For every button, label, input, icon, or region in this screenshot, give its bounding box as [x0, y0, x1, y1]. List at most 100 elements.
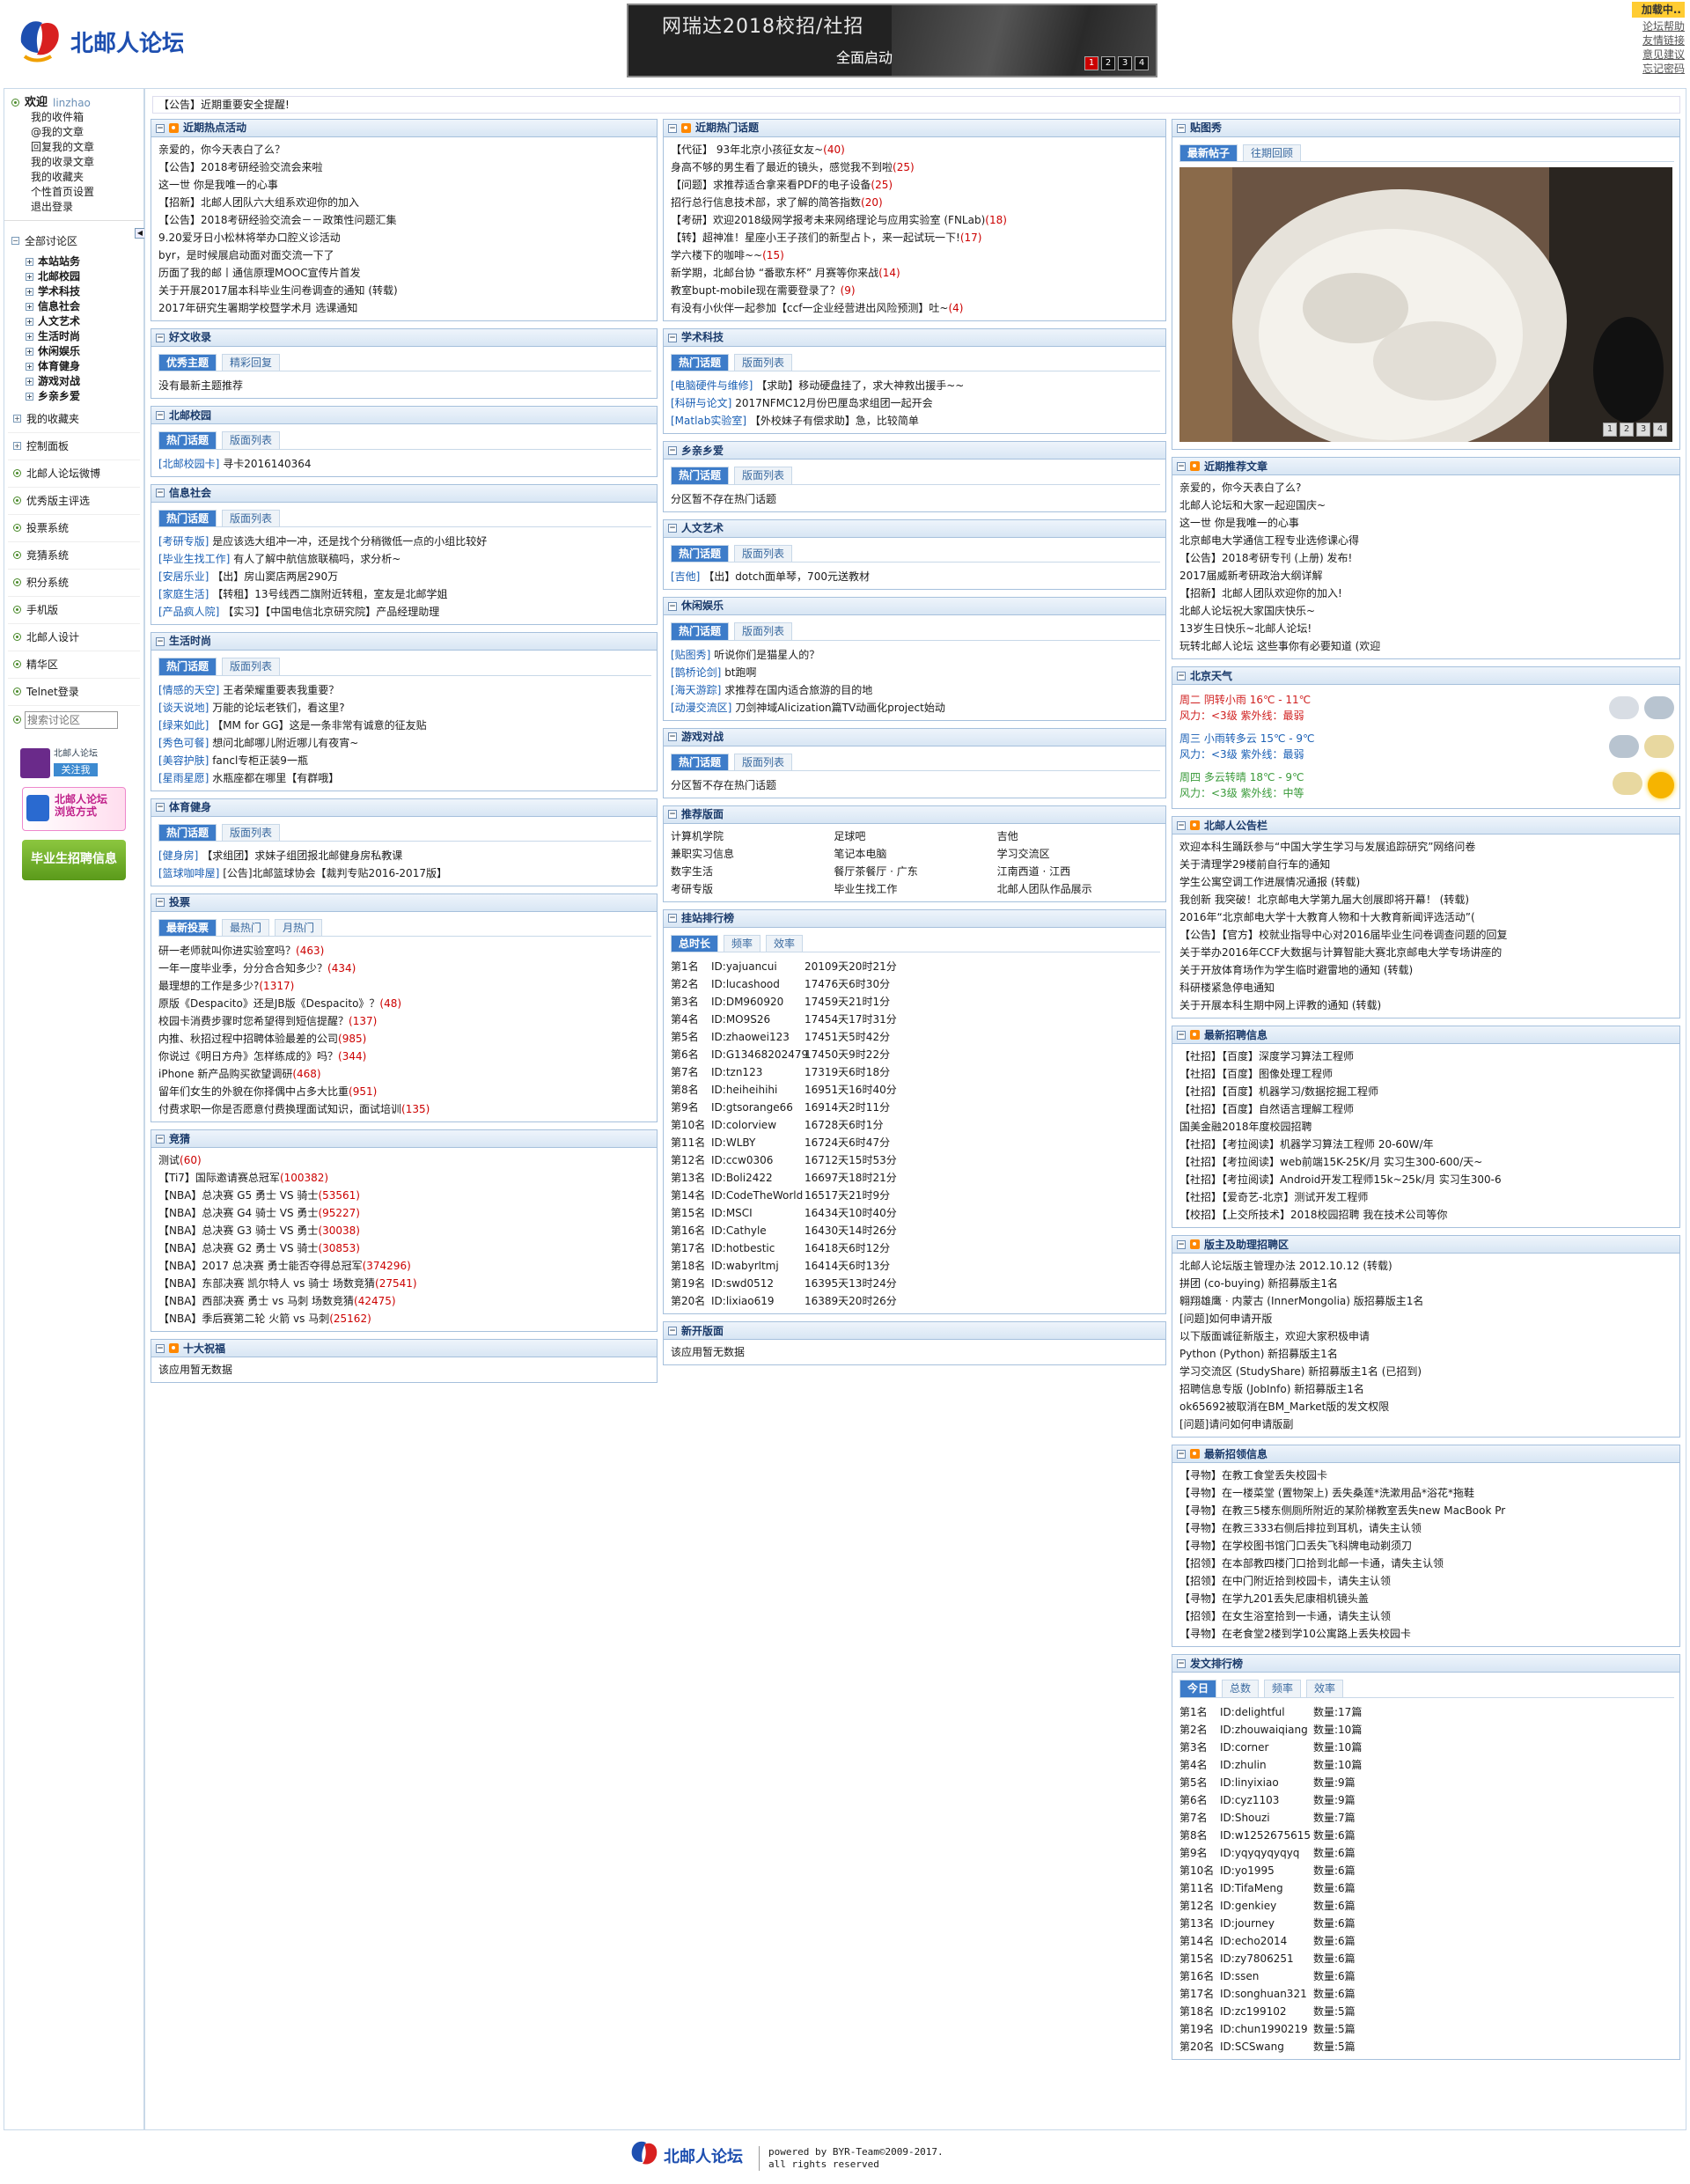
photo-page[interactable]: 3 — [1636, 423, 1650, 438]
lost-found-item[interactable]: 【寻物】在一楼菜堂 (置物架上) 丢失桑莲*洗漱用品*浴花*拖鞋 — [1179, 1484, 1674, 1502]
user-id-link[interactable]: ID:colorview — [711, 1116, 805, 1134]
user-id-link[interactable]: ID:ssen — [1220, 1967, 1313, 1985]
user-id-link[interactable]: ID:CodeTheWorld — [711, 1187, 805, 1204]
lost-found-item[interactable]: 【招领】在本部教四楼门口拾到北邮一卡通，请失主认领 — [1179, 1555, 1674, 1572]
topic-title[interactable]: 王者荣耀重要表我重要？ — [219, 684, 339, 696]
tab-hot[interactable]: 热门话题 — [158, 431, 217, 449]
forgot-password-link[interactable]: 忘记密码 — [1632, 62, 1685, 76]
home-settings-link[interactable]: 个性首页设置 — [11, 185, 136, 200]
topic-title[interactable]: 水瓶座都在哪里【有群哦】 — [209, 772, 339, 784]
board-link[interactable]: [情感的天空] — [158, 684, 219, 696]
topic-item[interactable]: 有没有小伙伴一起参加【ccf一企业经营进出风险预测】吐~(4) — [671, 299, 1160, 317]
article-item[interactable]: 【公告】2018考研专刊 (上册) 发布! — [1179, 549, 1674, 567]
recruit-item[interactable]: 翱翔雄鹰 · 内蒙古 (InnerMongolia) 版招募版主1名 — [1179, 1292, 1674, 1310]
board-link[interactable]: 足球吧 — [834, 827, 996, 845]
job-item[interactable]: 【社招】【百度】机器学习/数据挖掘工程师 — [1179, 1083, 1674, 1100]
topic-title[interactable]: 留年们女生的外貌在你择偶中占多大比重 — [158, 1085, 349, 1098]
lost-found-item[interactable]: 【招领】在中门附近拾到校园卡，请失主认领 — [1179, 1572, 1674, 1590]
collapse-icon[interactable]: − — [668, 914, 677, 923]
tab-excellent[interactable]: 优秀主题 — [158, 354, 217, 371]
collapse-icon[interactable]: − — [156, 489, 165, 498]
expand-icon[interactable]: + — [26, 317, 33, 326]
topic-item[interactable]: 【NBA】总决赛 G2 勇士 VS 骑士(30853) — [158, 1239, 651, 1257]
tab-replies[interactable]: 精彩回复 — [222, 354, 281, 371]
announcement-item[interactable]: 科研楼紧急停电通知 — [1179, 979, 1674, 996]
topic-item[interactable]: [谈天说地] 万能的论坛老铁们，看这里? — [158, 699, 651, 717]
topic-item[interactable]: [绿来如此] 【MM for GG】这是一条非常有诚意的征友贴 — [158, 717, 651, 734]
topic-item[interactable]: 学六楼下的咖啡~~(15) — [671, 246, 1160, 264]
topic-title[interactable]: 【实习】【中国电信北京研究院】产品经理助理 — [219, 606, 439, 618]
article-item[interactable]: 北邮人论坛祝大家国庆快乐~ — [1179, 602, 1674, 620]
board-item[interactable]: + 体育健身 — [11, 359, 136, 374]
user-id-link[interactable]: ID:tzn123 — [711, 1063, 805, 1081]
follow-button[interactable]: 关注我 — [54, 763, 98, 777]
tab-hot[interactable]: 热门话题 — [158, 658, 217, 675]
collapse-icon[interactable]: − — [156, 410, 165, 420]
rss-icon[interactable] — [1190, 1239, 1200, 1250]
sidebar-item-design[interactable]: 北邮人设计 — [8, 624, 140, 651]
expand-icon[interactable]: + — [26, 347, 33, 356]
recruit-item[interactable]: ok65692被取消在BM_Market版的发文权限 — [1179, 1398, 1674, 1416]
lost-found-item[interactable]: 【寻物】在教三5楼东侧厕所附近的某阶梯教室丢失new MacBook Pr — [1179, 1502, 1674, 1519]
topic-title[interactable]: 新学期，北邮台协 “番歌东杯” 月赛等你来战 — [671, 267, 878, 279]
collapse-icon[interactable]: − — [156, 636, 165, 646]
board-link[interactable]: [谈天说地] — [158, 702, 209, 714]
topic-item[interactable]: 教室bupt-mobile现在需要登录了？(9) — [671, 282, 1160, 299]
topic-item[interactable]: [秀色可餐] 想问北邮哪儿附近哪儿有夜宵~ — [158, 734, 651, 752]
article-item[interactable]: 【招新】北邮人团队欢迎你的加入! — [1179, 585, 1674, 602]
topic-title[interactable]: 【求助】移动硬盘挂了，求大神救出援手~~ — [753, 379, 964, 392]
user-id-link[interactable]: ID:Cathyle — [711, 1222, 805, 1239]
help-link[interactable]: 论坛帮助 — [1632, 19, 1685, 33]
topic-item[interactable]: 【NBA】总决赛 G4 骑士 VS 勇士(95227) — [158, 1204, 651, 1222]
topic-title[interactable]: 招行总行信息技术部，求了解的简答指数 — [671, 196, 861, 209]
topic-title[interactable]: 研一老师就叫你进实验室吗？ — [158, 945, 296, 957]
collapse-icon[interactable]: − — [156, 333, 165, 342]
recruit-item[interactable]: 拼团 (co-buying) 新招募版主1名 — [1179, 1275, 1674, 1292]
topic-title[interactable]: 校园卡消费步骤时您希望得到短信提醒？ — [158, 1015, 349, 1027]
topic-title[interactable]: 【求组团】求妹子组团报北邮健身房私教课 — [198, 849, 402, 862]
tab-hot[interactable]: 热门话题 — [671, 467, 730, 484]
collapse-icon[interactable]: − — [668, 524, 677, 533]
topic-title[interactable]: fancl专柜正装9一瓶 — [209, 754, 308, 767]
topic-item[interactable]: [考研专版] 是应该选大组冲一冲，还是找个分稍微低一点的小组比较好 — [158, 533, 651, 550]
collapse-icon[interactable]: − — [668, 445, 677, 455]
topic-item[interactable]: 招行总行信息技术部，求了解的简答指数(20) — [671, 194, 1160, 211]
board-link[interactable]: [毕业生找工作] — [158, 553, 230, 565]
banner-page[interactable]: 1 — [1084, 56, 1098, 70]
topic-title[interactable]: 【出】dotch面单琴，700元送教材 — [700, 570, 870, 583]
collapse-icon[interactable]: − — [668, 333, 677, 342]
lost-found-item[interactable]: 【招领】在女生浴室拾到一卡通，请失主认领 — [1179, 1607, 1674, 1625]
topic-item[interactable]: 【NBA】2017 总决赛 勇士能否夺得总冠军(374296) — [158, 1257, 651, 1275]
user-id-link[interactable]: ID:wabyrltmj — [711, 1257, 805, 1275]
user-id-link[interactable]: ID:WLBY — [711, 1134, 805, 1151]
topic-item[interactable]: 【考研】欢迎2018级网学报考未来网络理论与应用实验室 (FNLab)(18) — [671, 211, 1160, 229]
collected-link[interactable]: 我的收录文章 — [11, 155, 136, 170]
user-id-link[interactable]: ID:heiheihihi — [711, 1081, 805, 1099]
board-link[interactable]: [安居乐业] — [158, 570, 209, 583]
user-id-link[interactable]: ID:yajuancui — [711, 958, 805, 975]
collapse-icon[interactable]: − — [156, 898, 165, 908]
collapse-icon[interactable]: − — [1177, 461, 1186, 471]
user-id-link[interactable]: ID:w1252675615 — [1220, 1827, 1313, 1844]
topic-title[interactable]: 你说过《明日方舟》怎样练成的》吗？ — [158, 1050, 338, 1063]
job-item[interactable]: 【社招】【爱奇艺-北京】测试开发工程师 — [1179, 1188, 1674, 1206]
board-item[interactable]: + 本站站务 — [11, 254, 136, 269]
lost-found-item[interactable]: 【寻物】在学九201丢失尼康相机镜头盖 — [1179, 1590, 1674, 1607]
topic-item[interactable]: [海天游踪] 求推荐在国内适合旅游的目的地 — [671, 681, 1160, 699]
tab-total[interactable]: 总数 — [1222, 1680, 1260, 1697]
lost-found-item[interactable]: 【寻物】在老食堂2楼到学10公寓路上丢失校园卡 — [1179, 1625, 1674, 1643]
tab-efficiency[interactable]: 效率 — [766, 934, 804, 952]
topic-item[interactable]: 付费求职一你是否愿意付费换理面试知识，面试培训(135) — [158, 1100, 651, 1118]
topic-item[interactable]: 你说过《明日方舟》怎样练成的》吗？(344) — [158, 1048, 651, 1065]
recruit-item[interactable]: 北邮人论坛版主管理办法 2012.10.12 (转载) — [1179, 1257, 1674, 1275]
board-link[interactable]: [吉他] — [671, 570, 700, 583]
tab-past[interactable]: 往期回顾 — [1243, 144, 1302, 162]
user-id-link[interactable]: ID:G13468202479 — [711, 1046, 808, 1063]
article-item[interactable]: 北京邮电大学通信工程专业选修课心得 — [1179, 532, 1674, 549]
collapse-icon[interactable]: − — [1177, 1239, 1186, 1249]
user-id-link[interactable]: ID:SCSwang — [1220, 2038, 1313, 2055]
board-link[interactable]: 江南西道 · 江西 — [997, 863, 1160, 880]
activity-item[interactable]: 2017年研究生署期学校暨学术月 选课通知 — [158, 299, 651, 317]
recruit-item[interactable]: [问题]如何申请开版 — [1179, 1310, 1674, 1327]
rss-icon[interactable] — [1190, 1030, 1200, 1041]
